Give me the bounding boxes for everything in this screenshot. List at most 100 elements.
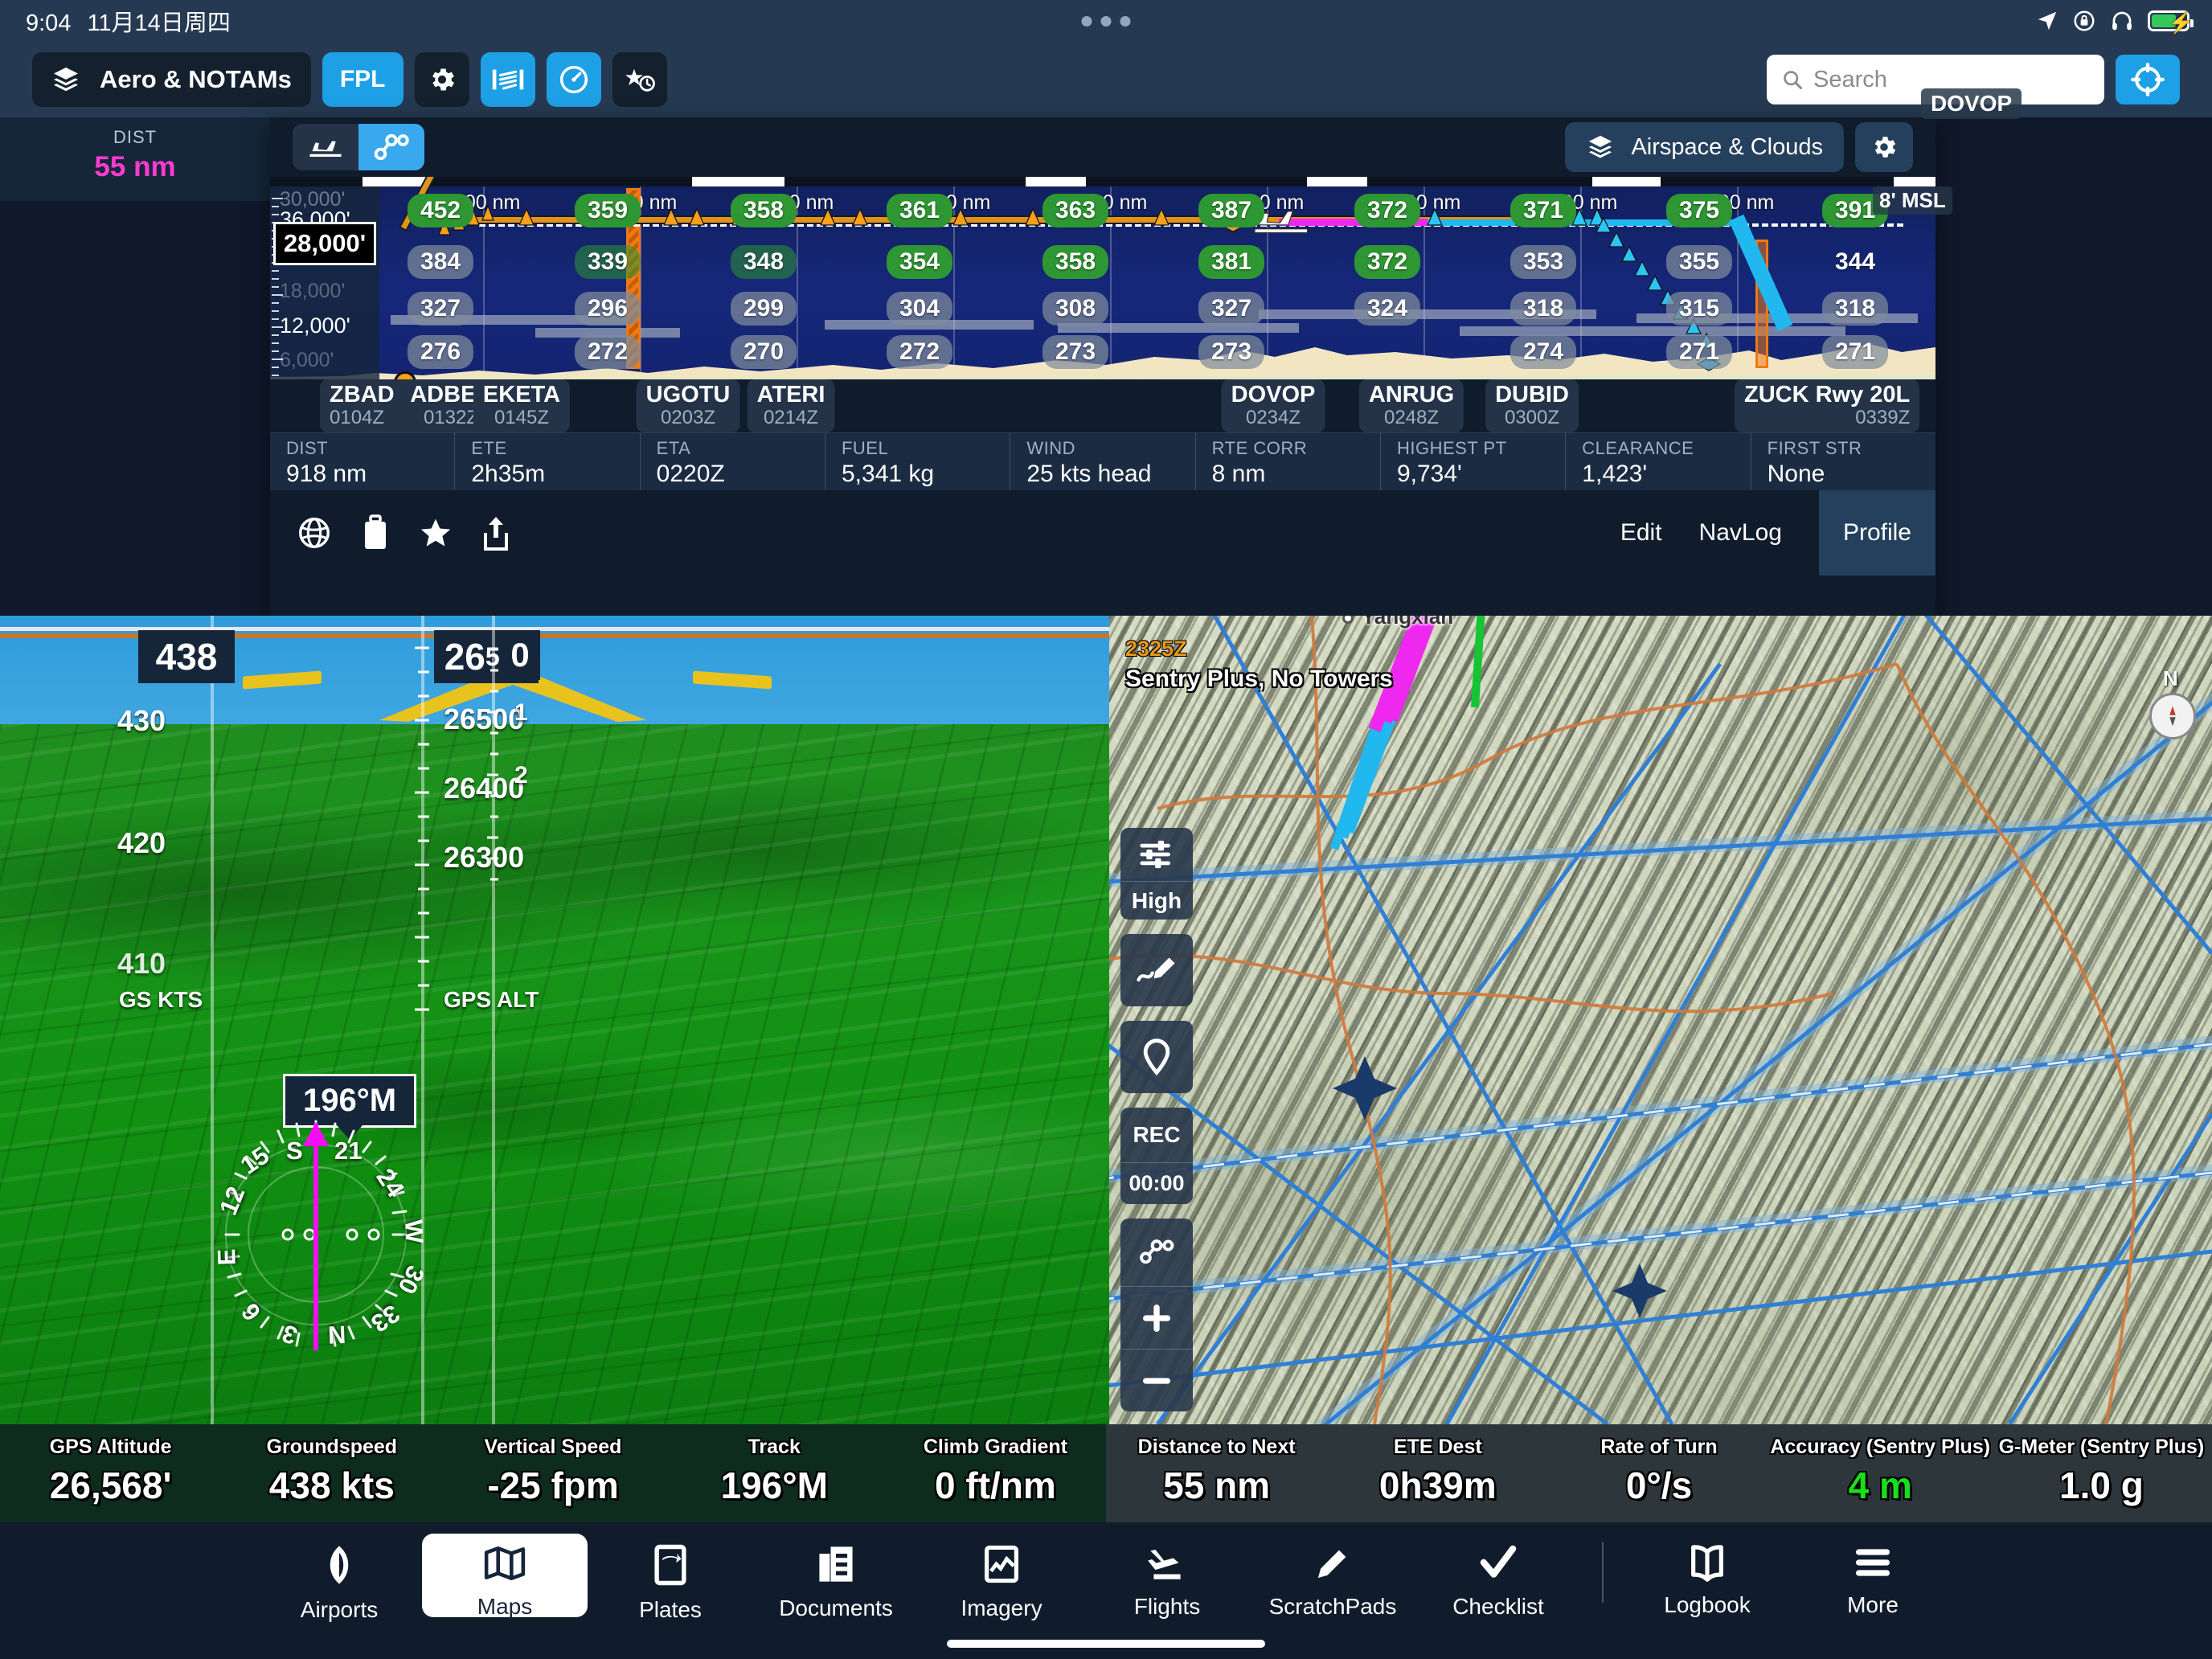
tab-plates[interactable]: Plates	[588, 1534, 753, 1623]
globe-icon[interactable]	[296, 514, 333, 551]
tab-label: Imagery	[961, 1596, 1043, 1620]
waypoint-chip[interactable]: DOVOP 0234Z	[1221, 379, 1325, 432]
wind-pill: 354	[886, 245, 953, 279]
profile-scrollbar[interactable]	[270, 177, 1936, 186]
stat-value: 25 kts head	[1026, 461, 1152, 487]
tab-checklist[interactable]: Checklist	[1415, 1534, 1581, 1620]
settings-gear-button[interactable]	[414, 52, 469, 107]
folded-map-icon	[484, 1546, 526, 1580]
waypoint-time: 0300Z	[1504, 407, 1560, 428]
tab-logbook[interactable]: Logbook	[1624, 1534, 1790, 1618]
segment-aircraft[interactable]	[293, 124, 358, 170]
multitask-handle[interactable]	[1081, 15, 1131, 27]
tab-label: Maps	[477, 1594, 533, 1619]
wind-pill: 344	[1834, 248, 1876, 275]
data-key: G-Meter (Sentry Plus)	[1998, 1436, 2205, 1458]
search-placeholder: Search	[1813, 66, 1887, 92]
waypoint-time: 0339Z	[1855, 407, 1911, 428]
wind-pill: 273	[1198, 335, 1265, 369]
edit-link[interactable]: Edit	[1620, 519, 1662, 547]
waypoint-chip[interactable]: ZUCK Rwy 20L 0339Z	[1735, 379, 1920, 432]
compass-label-n: N	[327, 1320, 347, 1350]
status-time: 9:04	[26, 10, 72, 36]
waypoint-chip[interactable]: ATERI 0214Z	[747, 379, 835, 432]
selected-altitude-box[interactable]: 28,000'	[273, 222, 376, 265]
data-cell-accuracy: Accuracy (Sentry Plus) 4 m	[1770, 1424, 1991, 1522]
waypoint-chip[interactable]: UGOTU 0203Z	[636, 379, 740, 432]
tab-scratchpads[interactable]: ScratchPads	[1250, 1534, 1415, 1620]
layers-icon	[54, 68, 78, 92]
tab-label: Flights	[1133, 1594, 1201, 1619]
data-key: Rate of Turn	[1600, 1436, 1718, 1458]
home-indicator[interactable]	[947, 1640, 1265, 1648]
speed-tick: 410	[117, 947, 166, 980]
wind-pill: 363	[1042, 194, 1109, 227]
stat-key: FUEL	[841, 438, 889, 458]
profile-settings-button[interactable]	[1855, 122, 1913, 172]
tab-more[interactable]: More	[1790, 1534, 1956, 1618]
data-value: 55 nm	[1163, 1464, 1271, 1506]
wind-pill: 327	[1198, 292, 1265, 326]
airspace-clouds-button[interactable]: Airspace & Clouds	[1565, 122, 1844, 172]
waypoint-chip[interactable]: DUBID 0300Z	[1485, 379, 1579, 432]
data-cell-groundspeed: Groundspeed 438 kts	[221, 1424, 442, 1522]
navlog-link[interactable]: NavLog	[1699, 519, 1782, 547]
wind-pill: 359	[574, 194, 641, 227]
app-toolbar: Aero & NOTAMs FPL Search	[0, 42, 2212, 117]
stat-value: 918 nm	[286, 461, 367, 487]
waypoint-chip[interactable]: ANRUG 0248Z	[1358, 379, 1464, 432]
vertical-speed-readout: 0	[500, 630, 540, 680]
runway-view-button[interactable]	[480, 52, 535, 107]
locate-me-button[interactable]	[2116, 55, 2180, 104]
tab-airports[interactable]: Airports	[256, 1534, 422, 1623]
tab-imagery[interactable]: Imagery	[919, 1534, 1084, 1621]
share-icon[interactable]	[481, 514, 511, 552]
groundspeed-readout: 438	[138, 630, 235, 683]
fpl-button[interactable]: FPL	[322, 52, 403, 107]
profile-mode-segmented[interactable]	[293, 124, 424, 170]
waypoint-time: 0234Z	[1245, 407, 1301, 428]
compass-label-w: W	[399, 1219, 429, 1244]
pencil-icon	[1317, 1550, 1346, 1579]
waypoint-name: ZUCK Rwy 20L	[1744, 382, 1911, 408]
stat-first-str: FIRST STR None	[1751, 433, 1936, 490]
vertical-profile-chart[interactable]: 100 nm 200 nm 300 nm 400 nm 500 nm 600 n…	[270, 177, 1936, 379]
star-icon[interactable]	[418, 515, 453, 551]
fpl-panel-header: Airspace & Clouds	[270, 117, 1936, 177]
tab-flights[interactable]: Flights	[1084, 1534, 1250, 1620]
waypoint-chip[interactable]: EKETA 0145Z	[473, 379, 571, 432]
alt-tick: 26500	[444, 703, 525, 735]
route-icon	[374, 133, 409, 161]
main-tab-bar: Airports Maps Plates Documents Imagery F…	[0, 1522, 2212, 1659]
map-waypoint-dovop[interactable]: DOVOP	[1921, 88, 2022, 119]
map-world: ANRUG 6,503' MSL DUBID 28 27	[1109, 616, 2212, 1424]
segment-route[interactable]	[358, 124, 424, 170]
altitude-axis: 30,000' 36,000' 24,000' 18,000' 12,000' …	[270, 186, 379, 379]
recents-button[interactable]	[612, 52, 667, 107]
data-value: 196°M	[720, 1464, 828, 1506]
track-arrow	[303, 1122, 329, 1350]
wind-pill: 304	[886, 292, 953, 326]
instruments-button[interactable]	[546, 52, 601, 107]
stat-highest-pt: HIGHEST PT 9,734'	[1381, 433, 1567, 490]
vs-tape-ticks	[487, 648, 498, 881]
data-value: 1.0 g	[2059, 1464, 2144, 1506]
tab-maps[interactable]: Maps	[422, 1534, 588, 1619]
plate-doc-icon	[654, 1544, 686, 1586]
wind-pill: 375	[1665, 194, 1733, 227]
alt-tape-ticks	[415, 646, 429, 1011]
briefcase-icon[interactable]	[360, 514, 391, 552]
wind-pill: 318	[1509, 292, 1577, 326]
synthetic-vision-pfd[interactable]: 438 430 420 410 GS KTS 26570 26500 26400…	[0, 616, 1109, 1424]
waypoint-name: ATERI	[756, 382, 825, 408]
profile-link[interactable]: Profile	[1818, 490, 1936, 576]
vs-tick: 2	[514, 762, 528, 789]
wind-pill: 371	[1509, 194, 1577, 227]
map-layers-button[interactable]: Aero & NOTAMs	[32, 52, 311, 107]
tab-documents[interactable]: Documents	[753, 1534, 919, 1621]
plane-landing-icon	[1148, 1549, 1181, 1579]
data-key: Climb Gradient	[923, 1436, 1067, 1458]
location-arrow-icon	[2038, 11, 2057, 31]
stat-value: None	[1767, 461, 1825, 487]
imagery-chart-icon	[984, 1545, 1019, 1583]
